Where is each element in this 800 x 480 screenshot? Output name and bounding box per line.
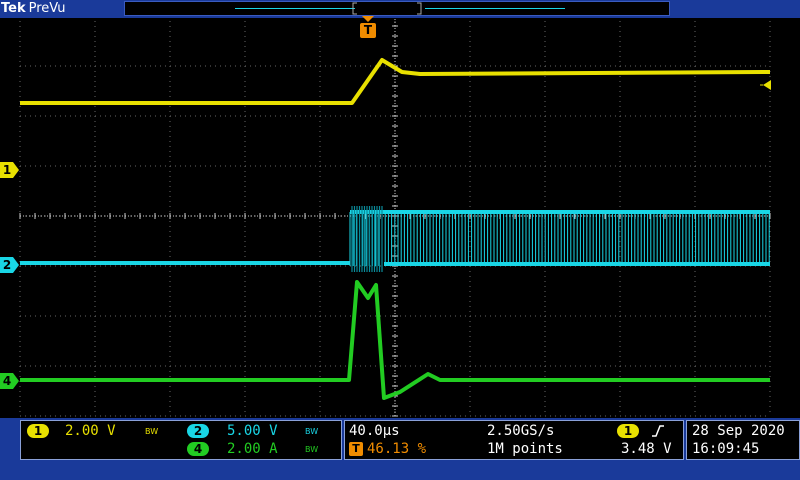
ch2-badge[interactable]: 2 bbox=[187, 424, 209, 438]
ch1-scale[interactable]: 2.00 V bbox=[65, 423, 116, 439]
trigger-position-icon-label: T bbox=[352, 442, 360, 455]
ch2-bw-limit: BW bbox=[305, 427, 319, 436]
date-display: 28 Sep 2020 bbox=[692, 423, 785, 439]
brand-label: Tek PreVu bbox=[1, 0, 66, 17]
trigger-position-marker[interactable]: T bbox=[358, 14, 378, 40]
trigger-level-marker[interactable] bbox=[760, 76, 772, 90]
top-bar: Tek PreVu bbox=[0, 0, 800, 18]
ch4-scale[interactable]: 2.00 A bbox=[227, 441, 278, 457]
record-length[interactable]: 1M points bbox=[487, 441, 563, 457]
ch2-ground-marker[interactable]: 2 bbox=[0, 257, 20, 273]
ch1-badge[interactable]: 1 bbox=[27, 424, 49, 438]
trigger-position-icon: T bbox=[349, 442, 363, 456]
datetime-panel: 28 Sep 2020 16:09:45 bbox=[686, 420, 800, 460]
waveform-display bbox=[0, 0, 800, 420]
ch2-marker-label: 2 bbox=[2, 258, 12, 272]
channel-settings-panel: 1 2.00 V BW 2 5.00 V BW 4 2.00 A BW bbox=[20, 420, 342, 460]
horizontal-scale[interactable]: 40.0µs bbox=[349, 423, 400, 439]
status-bar: 1 2.00 V BW 2 5.00 V BW 4 2.00 A BW 40.0… bbox=[0, 418, 800, 480]
timebase-panel: 40.0µs 2.50GS/s T 46.13 % 1M points 1 3.… bbox=[344, 420, 684, 460]
trigger-position-value[interactable]: 46.13 % bbox=[367, 441, 426, 457]
ch2-switching-dense bbox=[351, 206, 383, 272]
ch4-bw-limit: BW bbox=[305, 445, 319, 454]
ch1-marker-label: 1 bbox=[2, 163, 12, 177]
ch1-ground-marker[interactable]: 1 bbox=[0, 162, 20, 178]
trigger-source-badge[interactable]: 1 bbox=[617, 424, 639, 438]
rising-edge-icon bbox=[652, 425, 664, 437]
ch1-bw-limit: BW bbox=[145, 427, 159, 436]
acquisition-mode: PreVu bbox=[28, 1, 66, 16]
ch4-ground-marker[interactable]: 4 bbox=[0, 373, 20, 389]
sample-rate: 2.50GS/s bbox=[487, 423, 555, 439]
trigger-level[interactable]: 3.48 V bbox=[621, 441, 672, 457]
time-display: 16:09:45 bbox=[692, 441, 760, 457]
ch2-scale[interactable]: 5.00 V bbox=[227, 423, 278, 439]
record-view-bar[interactable] bbox=[124, 1, 670, 16]
brand-name: Tek bbox=[1, 1, 26, 16]
ch4-badge[interactable]: 4 bbox=[187, 442, 209, 456]
ch4-marker-label: 4 bbox=[2, 374, 12, 388]
trigger-flag-label: T bbox=[363, 23, 373, 37]
